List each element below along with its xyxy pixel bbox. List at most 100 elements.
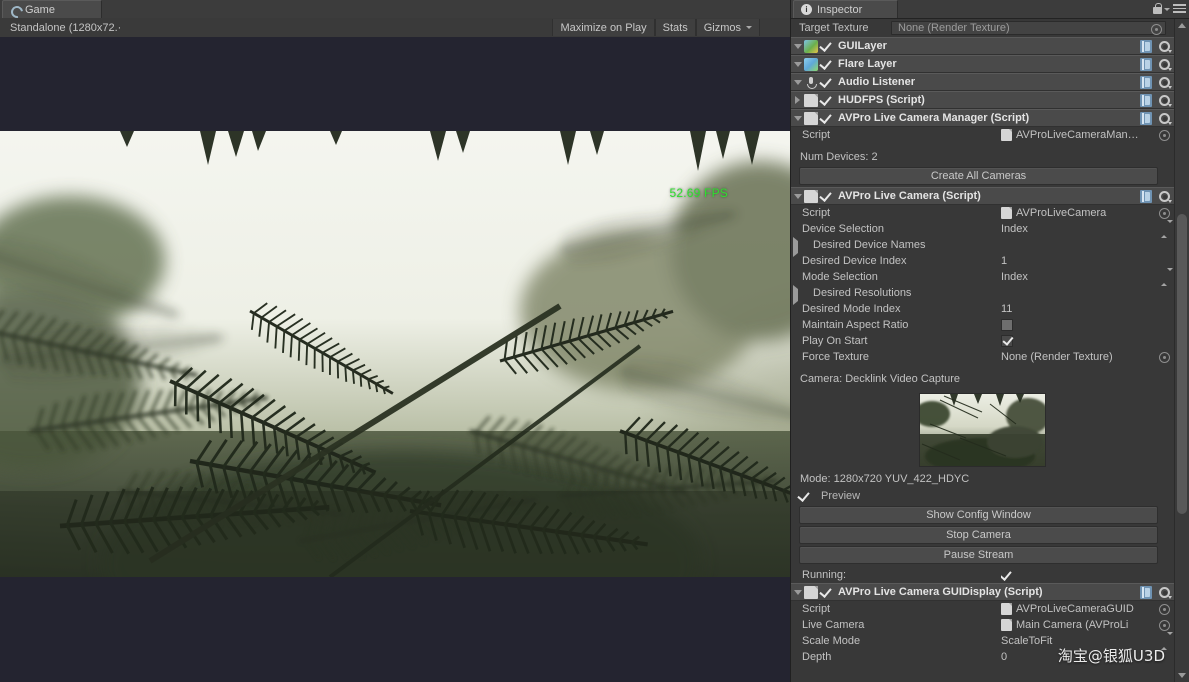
row-value[interactable]: Main Camera (AVProLi bbox=[1001, 619, 1152, 631]
lc-row-mode-selection[interactable]: Mode Selection Index bbox=[791, 268, 1176, 286]
lock-icon[interactable] bbox=[1153, 3, 1162, 14]
row-value[interactable]: 1 bbox=[1001, 255, 1152, 267]
foldout-toggle[interactable] bbox=[791, 55, 804, 73]
lc-row-device-selection[interactable]: Device Selection Index bbox=[791, 220, 1176, 238]
row-value[interactable]: 11 bbox=[1001, 303, 1152, 315]
lc-row-force-texture[interactable]: Force Texture None (Render Texture) bbox=[791, 349, 1176, 365]
component-header-guilayer[interactable]: GUILayer bbox=[791, 37, 1176, 55]
chevron-down-icon bbox=[746, 26, 752, 29]
help-book-icon[interactable] bbox=[1140, 112, 1152, 125]
object-picker-icon[interactable] bbox=[1159, 208, 1170, 219]
component-enabled-checkbox[interactable] bbox=[819, 57, 833, 70]
tab-inspector[interactable]: i Inspector bbox=[793, 0, 898, 18]
target-texture-row: Target Texture None (Render Texture) bbox=[791, 19, 1189, 36]
foldout-toggle[interactable] bbox=[793, 237, 798, 257]
preview-toggle-row[interactable]: Preview bbox=[791, 487, 1176, 504]
foldout-toggle[interactable] bbox=[791, 91, 804, 109]
tab-game[interactable]: Game bbox=[2, 0, 102, 18]
pause-stream-button[interactable]: Pause Stream bbox=[799, 546, 1158, 564]
lc-row-maintain-aspect-ratio[interactable]: Maintain Aspect Ratio bbox=[791, 317, 1176, 333]
inspector-tabbar: i Inspector bbox=[791, 0, 1189, 19]
component-header-hudfps[interactable]: HUDFPS (Script) bbox=[791, 91, 1176, 109]
lc-row-desired-mode-index[interactable]: Desired Mode Index 11 bbox=[791, 301, 1176, 317]
component-enabled-checkbox[interactable] bbox=[819, 111, 833, 124]
chevron-right-icon bbox=[795, 96, 800, 104]
gd-row-script[interactable]: Script AVProLiveCameraGUID bbox=[791, 601, 1176, 617]
row-label: Maintain Aspect Ratio bbox=[802, 319, 909, 331]
component-title: Flare Layer bbox=[838, 58, 897, 70]
gear-icon[interactable] bbox=[1158, 94, 1172, 107]
stats-button[interactable]: Stats bbox=[654, 19, 696, 36]
row-value[interactable]: AVProLiveCamera bbox=[1001, 207, 1152, 219]
component-header-audio-listener[interactable]: Audio Listener bbox=[791, 73, 1176, 91]
gear-icon[interactable] bbox=[1158, 76, 1172, 89]
help-book-icon[interactable] bbox=[1140, 40, 1152, 53]
help-book-icon[interactable] bbox=[1140, 58, 1152, 71]
component-enabled-checkbox[interactable] bbox=[819, 93, 833, 106]
game-view-canvas[interactable]: 52.69 FPS bbox=[0, 37, 790, 682]
component-enabled-checkbox[interactable] bbox=[819, 189, 833, 202]
component-enabled-checkbox[interactable] bbox=[819, 75, 833, 88]
lc-row-script[interactable]: Script AVProLiveCamera bbox=[791, 205, 1176, 221]
create-all-cameras-button[interactable]: Create All Cameras bbox=[799, 167, 1158, 185]
object-picker-icon[interactable] bbox=[1159, 604, 1170, 615]
scroll-up-arrow-icon[interactable] bbox=[1178, 23, 1186, 28]
preview-checkbox[interactable] bbox=[797, 488, 811, 502]
show-config-window-button[interactable]: Show Config Window bbox=[799, 506, 1158, 524]
foldout-toggle[interactable] bbox=[791, 37, 804, 55]
gear-icon[interactable] bbox=[1158, 190, 1172, 203]
aspect-ratio-dropdown[interactable]: Standalone (1280x72.· bbox=[4, 20, 127, 35]
foldout-toggle[interactable] bbox=[791, 73, 804, 91]
gear-icon[interactable] bbox=[1158, 58, 1172, 71]
running-label: Running: bbox=[802, 568, 847, 581]
foldout-toggle[interactable] bbox=[791, 109, 804, 127]
foldout-toggle[interactable] bbox=[793, 285, 798, 305]
row-label: Play On Start bbox=[802, 335, 868, 347]
target-texture-field[interactable]: None (Render Texture) bbox=[891, 20, 1166, 35]
scrollbar-thumb[interactable] bbox=[1177, 214, 1187, 514]
component-enabled-checkbox[interactable] bbox=[819, 585, 833, 598]
object-picker-icon[interactable] bbox=[1159, 620, 1170, 631]
component-enabled-checkbox[interactable] bbox=[819, 39, 833, 52]
inspector-scrollbar[interactable] bbox=[1174, 19, 1189, 682]
component-header-flare-layer[interactable]: Flare Layer bbox=[791, 55, 1176, 73]
help-book-icon[interactable] bbox=[1140, 94, 1152, 107]
play-on-start-checkbox[interactable] bbox=[1001, 335, 1013, 347]
gizmos-button[interactable]: Gizmos bbox=[695, 19, 760, 36]
lc-row-desired-device-names[interactable]: Desired Device Names bbox=[791, 237, 1176, 257]
object-picker-icon[interactable] bbox=[1151, 23, 1162, 35]
row-value[interactable]: Index bbox=[1001, 223, 1152, 235]
chevron-down-icon[interactable] bbox=[1164, 8, 1170, 11]
object-picker-icon[interactable] bbox=[1159, 352, 1170, 363]
gear-icon[interactable] bbox=[1158, 40, 1172, 53]
object-picker-icon[interactable] bbox=[1159, 130, 1170, 141]
foldout-toggle[interactable] bbox=[791, 187, 804, 205]
maximize-on-play-button[interactable]: Maximize on Play bbox=[552, 19, 655, 36]
enum-stepper-icon[interactable] bbox=[1161, 220, 1173, 238]
row-label: Desired Device Names bbox=[813, 239, 926, 251]
gd-row-live-camera[interactable]: Live Camera Main Camera (AVProLi bbox=[791, 617, 1176, 633]
help-book-icon[interactable] bbox=[1140, 76, 1152, 89]
row-value[interactable]: AVProLiveCameraGUID bbox=[1001, 603, 1152, 615]
scroll-down-arrow-icon[interactable] bbox=[1178, 673, 1186, 678]
component-header-avpro-live-camera[interactable]: AVPro Live Camera (Script) bbox=[791, 187, 1176, 205]
row-value[interactable]: Index bbox=[1001, 271, 1152, 283]
row-value[interactable]: None (Render Texture) bbox=[1001, 351, 1152, 363]
hamburger-menu-icon[interactable] bbox=[1173, 4, 1186, 14]
manager-script-row[interactable]: Script AVProLiveCameraMan… bbox=[791, 127, 1176, 143]
help-book-icon[interactable] bbox=[1140, 190, 1152, 203]
gear-icon[interactable] bbox=[1158, 586, 1172, 599]
lc-row-desired-resolutions[interactable]: Desired Resolutions bbox=[791, 285, 1176, 305]
gear-icon[interactable] bbox=[1158, 112, 1172, 125]
maintain-aspect-ratio-checkbox[interactable] bbox=[1001, 319, 1013, 331]
foldout-toggle[interactable] bbox=[791, 583, 804, 601]
lc-row-play-on-start[interactable]: Play On Start bbox=[791, 333, 1176, 349]
help-book-icon[interactable] bbox=[1140, 586, 1152, 599]
component-header-avpro-guidisplay[interactable]: AVPro Live Camera GUIDisplay (Script) bbox=[791, 583, 1176, 601]
lc-row-desired-device-index[interactable]: Desired Device Index 1 bbox=[791, 253, 1176, 269]
component-header-avpro-manager[interactable]: AVPro Live Camera Manager (Script) bbox=[791, 109, 1176, 127]
stop-camera-button[interactable]: Stop Camera bbox=[799, 526, 1158, 544]
row-value[interactable]: AVProLiveCameraMan… bbox=[1001, 129, 1152, 141]
pause-stream-label: Pause Stream bbox=[943, 549, 1014, 561]
enum-stepper-icon[interactable] bbox=[1161, 268, 1173, 286]
